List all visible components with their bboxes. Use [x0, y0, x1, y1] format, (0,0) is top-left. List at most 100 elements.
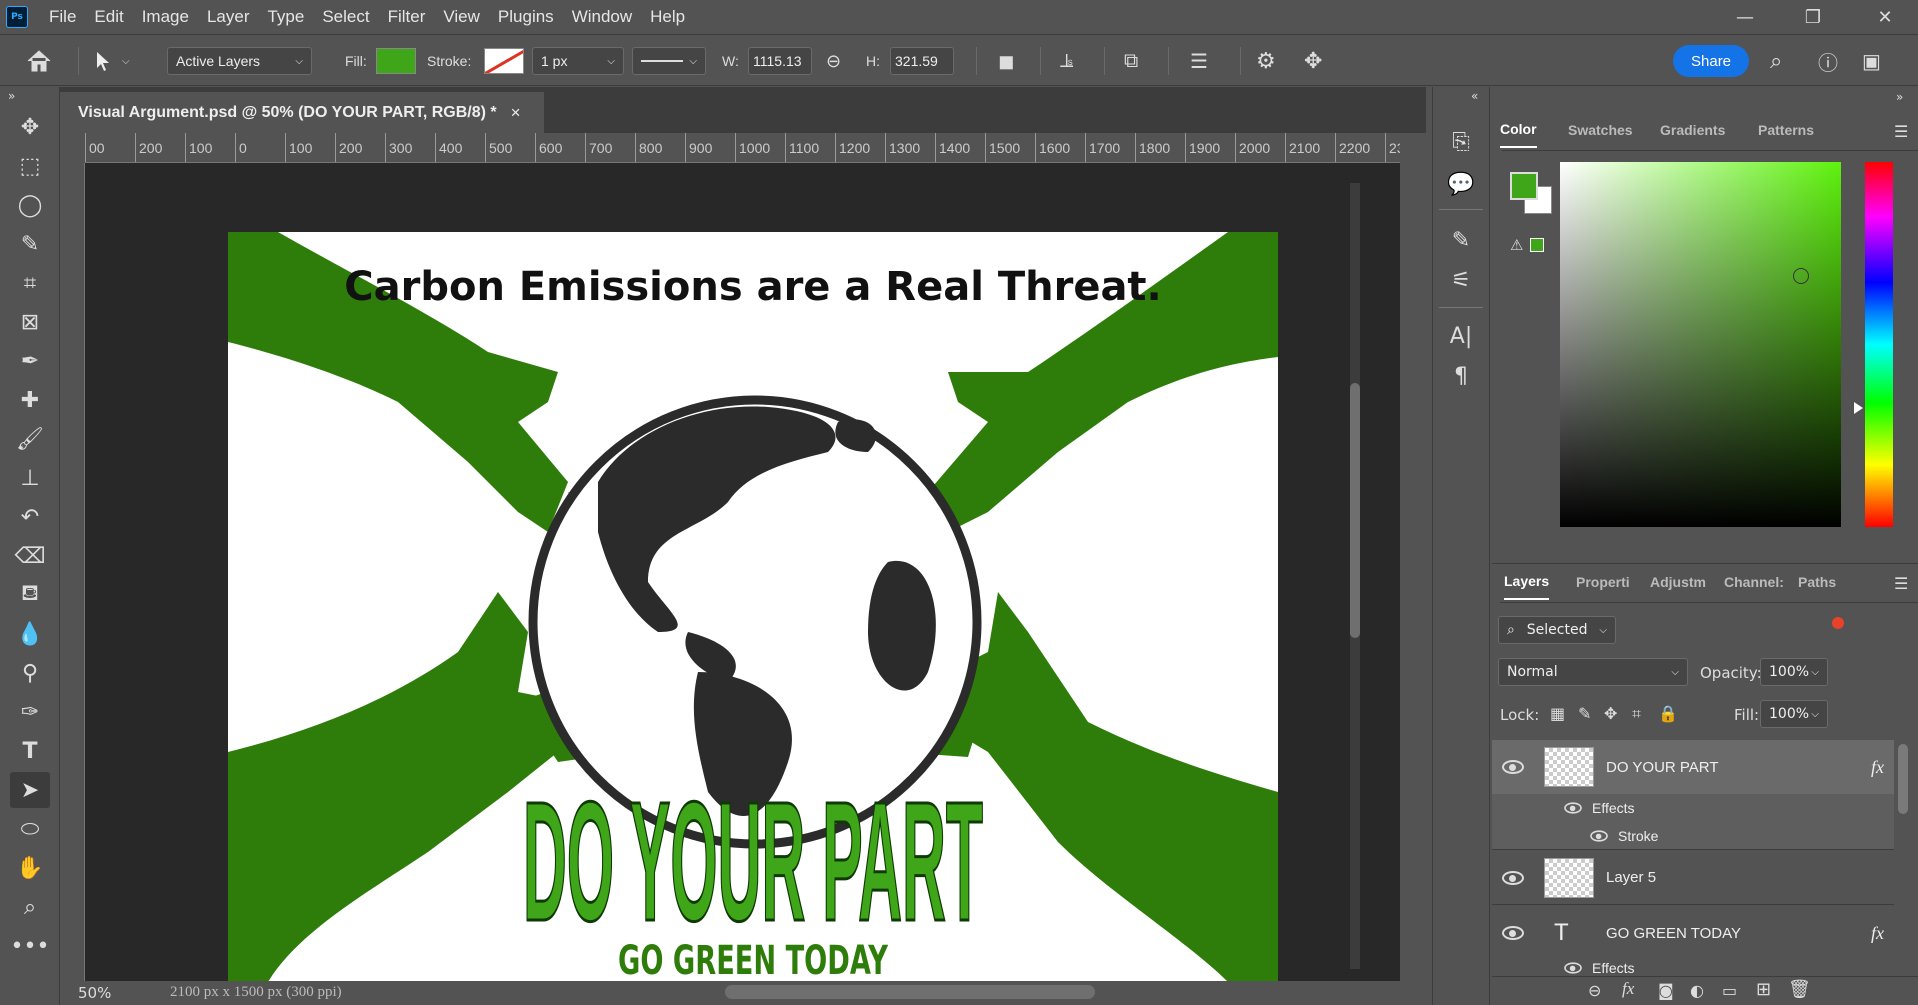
fill-swatch[interactable]	[376, 35, 416, 87]
add-mask-icon[interactable]: ◙	[1658, 981, 1674, 1000]
visibility-eye-icon[interactable]	[1564, 962, 1582, 974]
add-style-icon[interactable]: fx	[1622, 979, 1634, 999]
tab-properties[interactable]: Properti	[1576, 564, 1632, 600]
zoom-level[interactable]: 50%	[78, 984, 111, 1002]
collapse-icon[interactable]: «	[1471, 89, 1478, 103]
color-picker-ring[interactable]	[1793, 268, 1809, 284]
visibility-eye-icon[interactable]	[1564, 802, 1582, 814]
tab-swatches[interactable]: Swatches	[1568, 112, 1633, 148]
menu-window[interactable]: Window	[563, 7, 641, 27]
layer-row-go-green-today[interactable]: T GO GREEN TODAY fx	[1492, 906, 1894, 960]
comments-panel-icon[interactable]: 💬	[1441, 167, 1481, 201]
fx-icon[interactable]: fx	[1871, 757, 1884, 778]
tab-paths[interactable]: Paths	[1798, 564, 1836, 600]
menu-select[interactable]: Select	[313, 7, 378, 27]
type-tool-icon[interactable]: T	[10, 733, 50, 769]
canvas-pasteboard[interactable]: Carbon Emissions are a Real Threat. DO Y…	[85, 163, 1400, 981]
gear-icon[interactable]: ⚙	[1256, 35, 1276, 87]
layer-row-layer-5[interactable]: Layer 5	[1492, 851, 1894, 905]
frame-tool-icon[interactable]: ⊠	[10, 304, 50, 340]
delete-layer-icon[interactable]: 🗑	[1788, 979, 1811, 1000]
horizontal-scrollbar-thumb[interactable]	[725, 985, 1095, 999]
lock-transparent-icon[interactable]: ▦	[1550, 704, 1565, 723]
quick-selection-tool-icon[interactable]: ✎	[10, 226, 50, 262]
adjustments-panel-icon[interactable]: ⚟	[1441, 263, 1481, 297]
lasso-tool-icon[interactable]: ◯	[10, 187, 50, 223]
tab-channels[interactable]: Channel:	[1724, 564, 1784, 600]
warp-icon[interactable]: ✥	[1304, 35, 1322, 87]
link-layers-icon[interactable]: ⊖	[1588, 981, 1601, 1000]
gamut-warning-icon[interactable]: ⚠	[1510, 236, 1523, 254]
layer-effects-row[interactable]: Effects	[1492, 794, 1894, 822]
fill-input[interactable]: 100% ⌵	[1760, 700, 1828, 728]
expand-icon[interactable]: »	[8, 89, 15, 103]
move-tool-icon[interactable]: ✥	[10, 109, 50, 145]
pen-tool-icon[interactable]: ✑	[10, 694, 50, 730]
path-selection-tool-icon[interactable]: ⌵	[94, 35, 130, 87]
lock-artboard-icon[interactable]: ⌗	[1632, 704, 1641, 724]
gamut-color-swatch[interactable]	[1530, 238, 1544, 252]
menu-edit[interactable]: Edit	[85, 7, 132, 27]
character-panel-icon[interactable]: A|	[1441, 319, 1481, 353]
path-operations-icon[interactable]: ◼	[998, 35, 1015, 87]
menu-plugins[interactable]: Plugins	[489, 7, 563, 27]
stroke-swatch[interactable]	[484, 35, 524, 87]
workspace-icon[interactable]: ▣	[1862, 35, 1881, 87]
share-button[interactable]: Share	[1673, 35, 1750, 87]
layers-scrollbar-thumb[interactable]	[1898, 744, 1908, 814]
lock-position-icon[interactable]: ✥	[1604, 704, 1617, 723]
ellipse-tool-icon[interactable]: ⬭	[10, 811, 50, 847]
hand-tool-icon[interactable]: ✋	[10, 850, 50, 886]
tab-color[interactable]: Color	[1500, 112, 1537, 148]
lock-image-icon[interactable]: ✎	[1578, 704, 1591, 723]
document-tab[interactable]: Visual Argument.psd @ 50% (DO YOUR PART,…	[60, 92, 544, 133]
visibility-eye-icon[interactable]	[1590, 829, 1608, 842]
stroke-type-dropdown[interactable]: ⌵	[632, 35, 706, 87]
eraser-tool-icon[interactable]: ⌫	[10, 538, 50, 574]
new-group-icon[interactable]: ▭	[1722, 981, 1737, 1000]
tab-patterns[interactable]: Patterns	[1758, 112, 1814, 148]
layer-row-do-your-part[interactable]: DO YOUR PART fx	[1492, 740, 1894, 794]
filter-toggle-icon[interactable]	[1832, 617, 1844, 629]
panel-menu-icon[interactable]: ☰	[1894, 574, 1908, 593]
distribute-icon[interactable]: ☰	[1190, 35, 1208, 87]
document-canvas[interactable]: Carbon Emissions are a Real Threat. DO Y…	[228, 232, 1278, 981]
menu-file[interactable]: File	[40, 7, 85, 27]
history-brush-tool-icon[interactable]: ↶	[10, 499, 50, 535]
blend-mode-dropdown[interactable]: Normal ⌵	[1498, 658, 1688, 686]
width-input[interactable]: 1115.13	[748, 35, 812, 87]
menu-image[interactable]: Image	[133, 7, 198, 27]
hue-slider-handle[interactable]	[1854, 402, 1863, 414]
link-icon[interactable]: ⊖	[826, 35, 841, 87]
visibility-eye-icon[interactable]	[1502, 760, 1524, 774]
search-icon[interactable]: ⌕	[1770, 35, 1782, 87]
opacity-input[interactable]: 100% ⌵	[1760, 658, 1828, 686]
layer-filter-dropdown[interactable]: ⌕ Selected ⌵	[1498, 616, 1616, 644]
brush-tool-icon[interactable]: 🖌	[10, 421, 50, 457]
history-panel-icon[interactable]: ⎘	[1441, 125, 1481, 159]
tab-gradients[interactable]: Gradients	[1660, 112, 1725, 148]
layer-stroke-row[interactable]: Stroke	[1492, 822, 1894, 850]
tab-adjustments[interactable]: Adjustm	[1650, 564, 1706, 600]
menu-layer[interactable]: Layer	[198, 7, 259, 27]
tab-layers[interactable]: Layers	[1504, 564, 1550, 600]
hue-slider[interactable]	[1865, 162, 1893, 527]
minimize-button[interactable]: —	[1716, 0, 1774, 34]
paint-bucket-tool-icon[interactable]: ⛾	[10, 577, 50, 613]
menu-filter[interactable]: Filter	[379, 7, 435, 27]
stamp-tool-icon[interactable]: ⊥	[10, 460, 50, 496]
collapse-panels-icon[interactable]: »	[1896, 90, 1903, 104]
panel-menu-icon[interactable]: ☰	[1894, 122, 1908, 141]
new-layer-icon[interactable]: ⊞	[1756, 979, 1771, 1000]
brush-settings-panel-icon[interactable]: ✎	[1441, 223, 1481, 257]
visibility-eye-icon[interactable]	[1502, 926, 1524, 940]
fx-icon[interactable]: fx	[1871, 923, 1884, 944]
visibility-eye-icon[interactable]	[1502, 870, 1524, 885]
layers-scope-dropdown[interactable]: Active Layers ⌵	[167, 35, 312, 87]
home-icon[interactable]	[26, 35, 52, 87]
menu-view[interactable]: View	[434, 7, 489, 27]
menu-help[interactable]: Help	[641, 7, 694, 27]
close-tab-icon[interactable]: ×	[511, 103, 521, 123]
healing-brush-tool-icon[interactable]: ✚	[10, 382, 50, 418]
restore-button[interactable]: ❐	[1784, 0, 1842, 34]
